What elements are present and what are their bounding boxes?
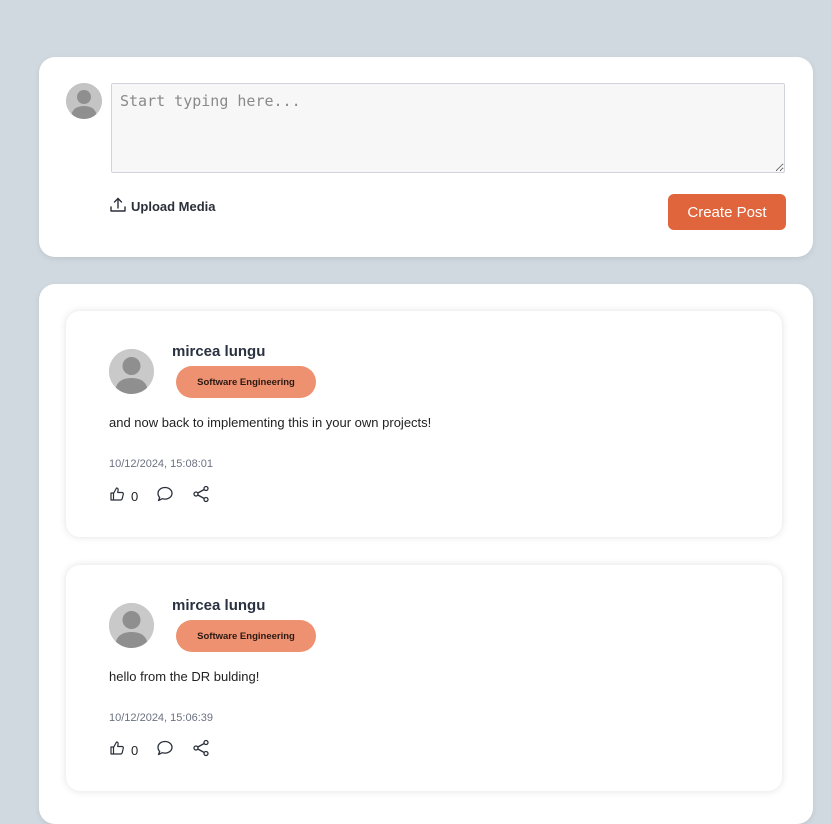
comment-icon: [156, 739, 174, 762]
author-name[interactable]: mircea lungu: [172, 597, 265, 614]
author-avatar-icon[interactable]: [109, 349, 154, 394]
thumbs-up-icon: [109, 740, 125, 761]
post-actions: 0: [109, 485, 210, 508]
topic-tag[interactable]: Software Engineering: [176, 620, 316, 652]
author-name[interactable]: mircea lungu: [172, 343, 265, 360]
post-card: mircea lungu Software Engineering hello …: [66, 565, 782, 791]
post-input[interactable]: [111, 83, 785, 173]
author-avatar-icon[interactable]: [109, 603, 154, 648]
create-post-button[interactable]: Create Post: [668, 194, 786, 230]
like-button[interactable]: 0: [109, 740, 156, 761]
post-card: mircea lungu Software Engineering and no…: [66, 311, 782, 537]
comment-icon: [156, 485, 174, 508]
comment-button[interactable]: [156, 739, 174, 762]
share-icon: [192, 739, 210, 762]
user-avatar-icon: [66, 83, 102, 119]
share-icon: [192, 485, 210, 508]
upload-media-button[interactable]: Upload Media: [109, 196, 216, 217]
topic-tag[interactable]: Software Engineering: [176, 366, 316, 398]
post-content: and now back to implementing this in you…: [109, 415, 432, 430]
like-count: 0: [131, 743, 139, 758]
post-content: hello from the DR bulding!: [109, 669, 260, 684]
post-timestamp: 10/12/2024, 15:06:39: [109, 712, 213, 724]
like-count: 0: [131, 489, 139, 504]
share-button[interactable]: [192, 485, 210, 508]
post-timestamp: 10/12/2024, 15:08:01: [109, 458, 213, 470]
upload-media-label: Upload Media: [131, 199, 216, 214]
like-button[interactable]: 0: [109, 486, 156, 507]
share-button[interactable]: [192, 739, 210, 762]
upload-icon: [109, 196, 127, 217]
post-feed: mircea lungu Software Engineering and no…: [39, 284, 813, 824]
comment-button[interactable]: [156, 485, 174, 508]
thumbs-up-icon: [109, 486, 125, 507]
post-composer: Upload Media Create Post: [39, 57, 813, 257]
post-actions: 0: [109, 739, 210, 762]
